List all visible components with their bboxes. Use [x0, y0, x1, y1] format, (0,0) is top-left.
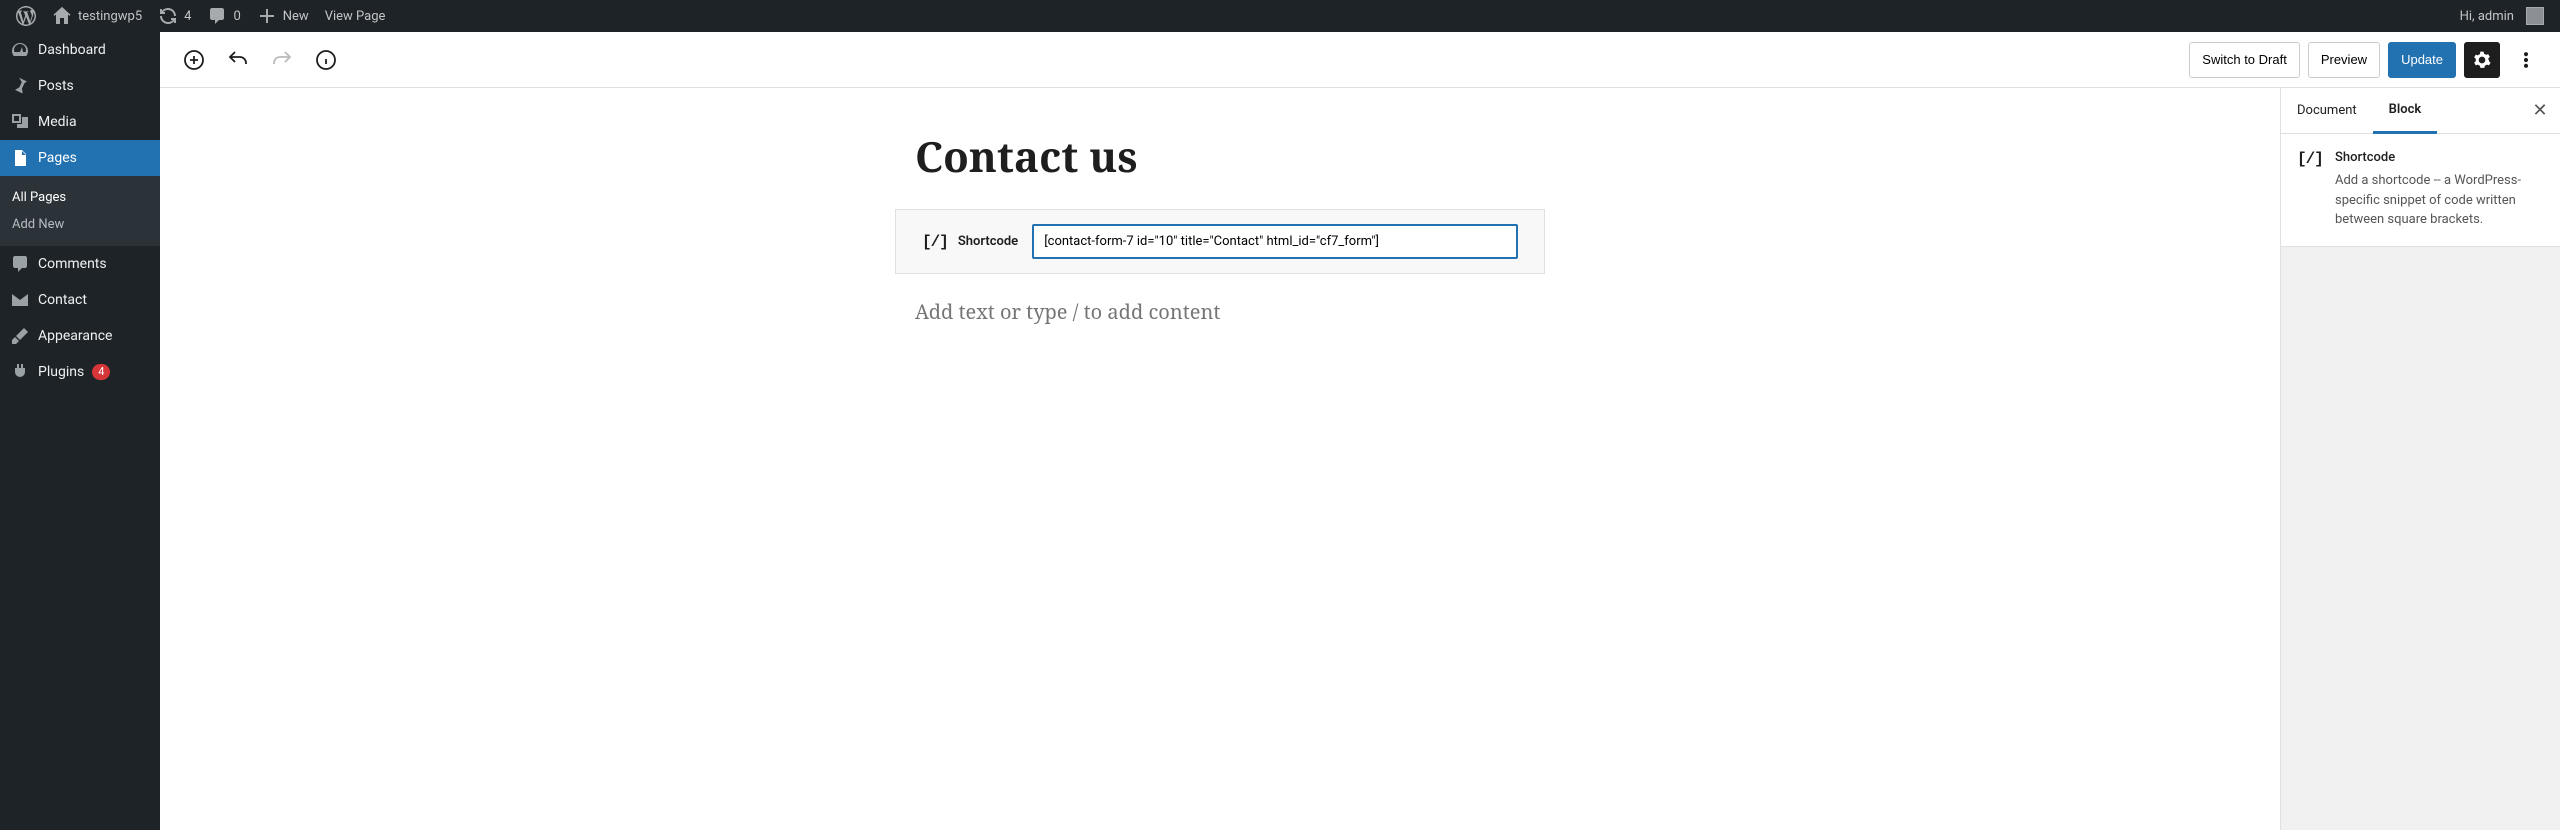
sidebar-item-label: Plugins	[38, 364, 84, 380]
wordpress-icon	[16, 6, 36, 26]
new-label: New	[283, 9, 309, 24]
plus-icon	[257, 6, 277, 26]
greeting-label: Hi, admin	[2460, 9, 2514, 24]
media-icon	[10, 112, 30, 132]
sidebar-item-label: Contact	[38, 292, 87, 308]
new-content-link[interactable]: New	[249, 0, 317, 32]
admin-bar: testingwp5 4 0 New View Page Hi, admin	[0, 0, 2560, 32]
tab-document[interactable]: Document	[2281, 89, 2373, 132]
sidebar-item-label: Comments	[38, 256, 107, 272]
submenu-add-new[interactable]: Add New	[0, 211, 160, 238]
sidebar-item-media[interactable]: Media	[0, 104, 160, 140]
undo-button[interactable]	[220, 42, 256, 78]
sidebar-item-posts[interactable]: Posts	[0, 68, 160, 104]
admin-sidebar: Dashboard Posts Media Pages All Pages Ad…	[0, 32, 160, 830]
settings-panel: Document Block ✕ [/] Shortcode Add a sho…	[2280, 88, 2560, 830]
editor-canvas[interactable]: Contact us [/] Shortcode Add text or typ…	[160, 88, 2280, 830]
plus-circle-icon	[182, 48, 206, 72]
shortcode-input[interactable]	[1032, 224, 1518, 259]
redo-button[interactable]	[264, 42, 300, 78]
more-options-button[interactable]	[2508, 42, 2544, 78]
pages-submenu: All Pages Add New	[0, 176, 160, 246]
sidebar-item-label: Dashboard	[38, 42, 106, 58]
comments-link[interactable]: 0	[199, 0, 248, 32]
block-inspector-card: [/] Shortcode Add a shortcode -- a WordP…	[2281, 134, 2560, 247]
switch-to-draft-button[interactable]: Switch to Draft	[2189, 42, 2300, 78]
brush-icon	[10, 326, 30, 346]
updates-link[interactable]: 4	[150, 0, 199, 32]
comment-icon	[207, 6, 227, 26]
site-name-label: testingwp5	[78, 9, 142, 24]
editor-toolbar: Switch to Draft Preview Update	[160, 32, 2560, 88]
settings-toggle-button[interactable]	[2464, 42, 2500, 78]
sidebar-item-contact[interactable]: Contact	[0, 282, 160, 318]
shortcode-label-text: Shortcode	[958, 234, 1018, 249]
shortcode-block[interactable]: [/] Shortcode	[895, 209, 1545, 274]
submenu-all-pages[interactable]: All Pages	[0, 184, 160, 211]
account-link[interactable]: Hi, admin	[2452, 0, 2552, 32]
home-icon	[52, 6, 72, 26]
sidebar-item-pages[interactable]: Pages	[0, 140, 160, 176]
shortcode-block-label: [/] Shortcode	[922, 233, 1018, 251]
close-icon: ✕	[2532, 100, 2547, 121]
info-icon	[314, 48, 338, 72]
sidebar-item-dashboard[interactable]: Dashboard	[0, 32, 160, 68]
tab-block[interactable]: Block	[2373, 88, 2438, 134]
sidebar-item-label: Posts	[38, 78, 74, 94]
view-page-label: View Page	[325, 9, 386, 24]
comments-count: 0	[233, 9, 240, 24]
shortcode-icon: [/]	[922, 233, 948, 251]
mail-icon	[10, 290, 30, 310]
wp-logo[interactable]	[8, 0, 44, 32]
kebab-icon	[2516, 50, 2536, 70]
content-info-button[interactable]	[308, 42, 344, 78]
editor: Switch to Draft Preview Update Contact u…	[160, 32, 2560, 830]
plugins-badge: 4	[92, 364, 110, 380]
gear-icon	[2472, 50, 2492, 70]
view-page-link[interactable]: View Page	[317, 0, 394, 32]
dashboard-icon	[10, 40, 30, 60]
plug-icon	[10, 362, 30, 382]
redo-icon	[270, 48, 294, 72]
sidebar-item-label: Appearance	[38, 328, 112, 344]
update-button[interactable]: Update	[2388, 42, 2456, 78]
sidebar-item-label: Pages	[38, 150, 77, 166]
preview-button[interactable]: Preview	[2308, 42, 2380, 78]
pages-icon	[10, 148, 30, 168]
sidebar-item-label: Media	[38, 114, 77, 130]
add-block-button[interactable]	[176, 42, 212, 78]
paragraph-placeholder[interactable]: Add text or type / to add content	[915, 298, 1525, 325]
refresh-icon	[158, 6, 178, 26]
page-title[interactable]: Contact us	[915, 128, 1525, 185]
avatar	[2526, 7, 2544, 25]
undo-icon	[226, 48, 250, 72]
block-inspector-description: Add a shortcode -- a WordPress-specific …	[2335, 171, 2544, 230]
sidebar-item-appearance[interactable]: Appearance	[0, 318, 160, 354]
site-name-link[interactable]: testingwp5	[44, 0, 150, 32]
close-settings-button[interactable]: ✕	[2520, 91, 2560, 131]
updates-count: 4	[184, 9, 191, 24]
pin-icon	[10, 76, 30, 96]
sidebar-item-plugins[interactable]: Plugins 4	[0, 354, 160, 390]
sidebar-item-comments[interactable]: Comments	[0, 246, 160, 282]
block-inspector-title: Shortcode	[2335, 150, 2544, 165]
shortcode-icon: [/]	[2297, 150, 2321, 230]
comment-icon	[10, 254, 30, 274]
